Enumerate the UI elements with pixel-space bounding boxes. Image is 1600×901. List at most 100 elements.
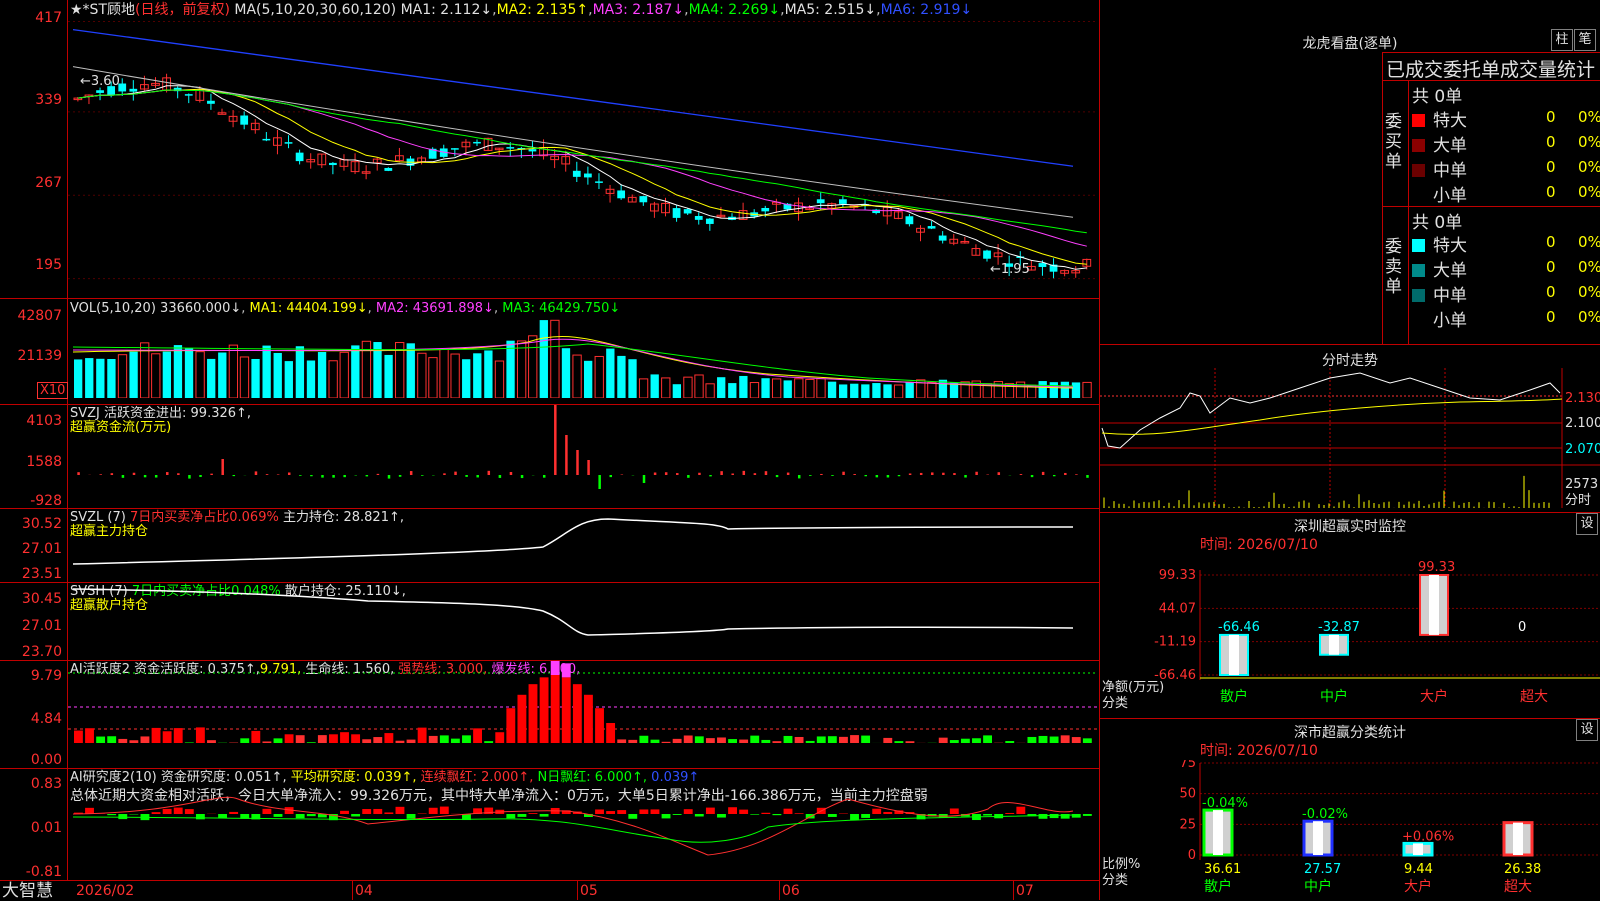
candle-down [96, 90, 104, 93]
order-percent: 0% [1578, 258, 1600, 276]
ai1-bar [285, 734, 294, 743]
volume-bar-up [806, 380, 814, 398]
monitor-bar-label: 99.33 [1418, 560, 1455, 575]
svzj-bar [953, 473, 956, 475]
svsh-chart[interactable] [68, 583, 1098, 659]
volume-bar-down [207, 359, 215, 398]
ai1-bar [850, 735, 859, 743]
ai2-bar [163, 809, 172, 814]
ai1-bar [761, 740, 770, 743]
ma-label: MA(5,10,20,30,60,120) [234, 2, 396, 18]
svzj-chart[interactable] [68, 405, 1098, 507]
volume-bar-down [1061, 382, 1069, 398]
stat-axis-tick: 0 [1188, 848, 1196, 863]
candle-down [928, 226, 936, 229]
volume-bar-up [495, 361, 503, 398]
price-chart[interactable] [68, 18, 1098, 296]
sell-side-label: 委卖单 [1385, 237, 1405, 297]
ai1-bar [251, 731, 260, 743]
svzj-bar [709, 475, 712, 476]
svzj-bar [720, 471, 723, 475]
volume-bar-down [1050, 382, 1058, 398]
ai2-bar [784, 809, 793, 814]
monitor-bar-label: -32.87 [1318, 620, 1360, 635]
svzj-bar [199, 475, 202, 477]
ai1-chart[interactable] [68, 661, 1098, 767]
volume-chart[interactable] [68, 312, 1098, 398]
stat-top-border [1100, 718, 1600, 719]
svzj-axis-bot: -928 [0, 493, 62, 509]
ai1-bar [795, 737, 804, 743]
ai1-bar [451, 739, 460, 743]
svzj-bar [876, 475, 879, 477]
candle-down [706, 219, 714, 224]
monitor-chart[interactable]: 99.3344.07-11.19-66.46-66.46散户-32.87中户99… [1100, 555, 1600, 715]
candle-down [983, 251, 991, 259]
ai2-bar [628, 814, 637, 819]
monitor-bar-highlight [1329, 635, 1339, 655]
svzj-bar [255, 471, 258, 475]
candle-down [939, 236, 947, 241]
volume-bar-down [218, 353, 226, 398]
stock-name[interactable]: ★*ST顾地 [70, 2, 135, 18]
ai1-bar [628, 740, 637, 743]
ai2-bar [185, 809, 194, 814]
price-axis-267: 267 [0, 175, 62, 191]
candle-down [617, 190, 625, 198]
svzj-bar [942, 473, 945, 475]
ai1-bar [174, 728, 183, 743]
ai2-bar [1005, 813, 1014, 814]
monitor-settings-button[interactable]: 设 [1576, 513, 1598, 535]
svzj-bar [1053, 475, 1056, 476]
ai1-bar [373, 737, 382, 743]
stat-value-label: 27.57 [1304, 862, 1341, 877]
svzj-bar [610, 475, 613, 477]
fenshi-axis-mid: 2.100 [1565, 417, 1600, 431]
bar-mode-button[interactable]: 柱 [1551, 29, 1573, 51]
monitor-xlabel: 分类 [1102, 696, 1128, 711]
volume-bar-down [861, 384, 869, 398]
volume-bar-down [761, 378, 769, 398]
stat-settings-button[interactable]: 设 [1576, 719, 1598, 741]
order-row-中单: 中单 [1412, 156, 1467, 181]
ai1-bar [274, 738, 283, 743]
ai1-bar [595, 708, 604, 743]
ai2-bar [1083, 814, 1092, 816]
brand-logo[interactable]: 大智慧 [2, 882, 53, 900]
svzj-bar [831, 475, 834, 476]
svzj-bar [100, 474, 103, 475]
order-type-label: 大单 [1433, 261, 1467, 281]
ma120-line [73, 30, 1073, 167]
svzl-chart[interactable] [68, 509, 1098, 581]
color-swatch [1412, 289, 1425, 302]
tick-mode-button[interactable]: 笔 [1574, 29, 1596, 51]
ai1-bar [1050, 737, 1059, 743]
ai2-bar [384, 812, 393, 814]
order-percent: 0% [1578, 233, 1600, 251]
volume-bar-down [473, 353, 481, 398]
stat-ylabel: 比例% [1102, 857, 1140, 872]
stat-chart[interactable]: 7550250-0.04%36.61散户-0.02%27.57中户+0.06%9… [1100, 760, 1600, 900]
monitor-category: 超大 [1520, 689, 1548, 705]
ai1-bar [118, 739, 127, 743]
volume-bar-down [407, 343, 415, 398]
candle-down [529, 149, 537, 151]
stat-bar-highlight [1513, 823, 1523, 855]
period-label[interactable]: (日线，前复权) [135, 2, 230, 18]
ma4-value: MA4: 2.269↓ [689, 2, 781, 18]
ai2-bar [606, 811, 615, 814]
volume-bar-up [429, 358, 437, 398]
svsh-axis-top: 30.45 [0, 591, 62, 607]
ai2-bar [717, 814, 726, 818]
fenshi-chart[interactable] [1100, 368, 1600, 510]
volume-bar-down [839, 384, 847, 398]
stat-value-label: 26.38 [1504, 862, 1541, 877]
ai1-bar [1083, 738, 1092, 743]
svzj-bar [698, 473, 701, 475]
svzj-bar [565, 435, 568, 475]
ai2-bar [950, 808, 959, 814]
ai2-bar [728, 807, 737, 814]
volume-bar-up [329, 361, 337, 398]
ai2-chart[interactable] [68, 769, 1098, 879]
date-tick-05 [577, 880, 578, 900]
